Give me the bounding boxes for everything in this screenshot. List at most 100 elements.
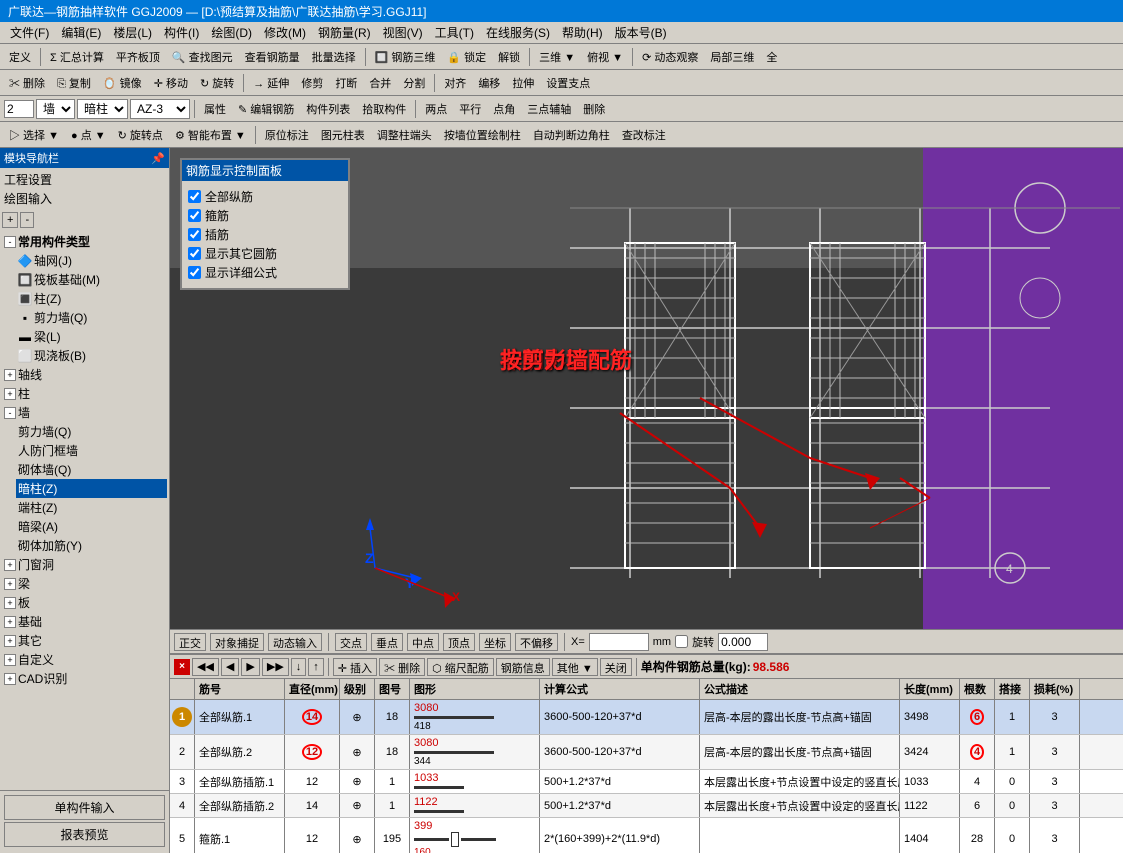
btn-nav-last[interactable]: ▶▶ [262,658,289,676]
btn-extend[interactable]: → 延伸 [248,72,294,94]
btn-smart-layout[interactable]: ⚙ 智能布置 ▼ [170,124,251,146]
checkbox-all-longitudinal[interactable]: 全部纵筋 [188,187,342,206]
btn-delete-row[interactable]: ✂ 删除 [379,658,425,676]
btn-align-plate[interactable]: 平齐板顶 [111,46,165,68]
checkbox-detail-formula[interactable]: 显示详细公式 [188,263,342,282]
status-vertex[interactable]: 顶点 [443,633,475,651]
btn-close[interactable]: 关闭 [600,658,632,676]
expand-custom[interactable]: + [4,654,16,666]
sidebar-item-axis[interactable]: 🔷 轴网(J) [16,251,167,270]
btn-two-point[interactable]: 两点 [420,98,452,120]
sidebar-item-shearwall2[interactable]: 剪力墙(Q) [16,422,167,441]
btn-find[interactable]: 🔍 查找图元 [167,46,238,68]
menu-floor[interactable]: 楼层(L) [107,22,158,43]
btn-trim[interactable]: 修剪 [296,72,328,94]
sidebar-item-slab-group[interactable]: + 板 [2,593,167,612]
btn-local-3d[interactable]: 局部三维 [705,46,759,68]
btn-move[interactable]: ✛ 移动 [149,72,193,94]
btn-top-view[interactable]: 俯视 ▼ [582,46,628,68]
menu-view[interactable]: 视图(V) [377,22,429,43]
btn-break[interactable]: 打断 [330,72,362,94]
status-no-offset[interactable]: 不偏移 [515,633,558,651]
btn-view-rebar[interactable]: 查看钢筋量 [240,46,305,68]
expand-wall[interactable]: - [4,407,16,419]
btn-report[interactable]: 报表预览 [4,822,165,847]
sidebar-item-engineering[interactable]: 工程设置 [2,170,167,189]
chk-stirrup[interactable] [188,209,201,222]
expand-slab[interactable]: + [4,597,16,609]
table-row[interactable]: 5 箍筋.1 12 ⊕ 195 399 160 [170,818,1123,853]
sidebar-item-shearwall[interactable]: ▪ 剪力墙(Q) [16,308,167,327]
chk-other-circular[interactable] [188,247,201,260]
btn-nav-down[interactable]: ↓ [291,658,307,676]
menu-element[interactable]: 构件(I) [158,22,205,43]
btn-3d[interactable]: 三维 ▼ [534,46,580,68]
btn-offset[interactable]: 编移 [473,72,505,94]
btn-copy[interactable]: ⎘ 复制 [52,72,96,94]
btn-col-table[interactable]: 图元柱表 [316,124,370,146]
btn-merge[interactable]: 合并 [364,72,396,94]
btn-point-draw[interactable]: ● 点 ▼ [66,124,111,146]
btn-element-list[interactable]: 构件列表 [301,98,355,120]
btn-add[interactable]: + [2,212,18,228]
btn-select[interactable]: ▷ 选择 ▼ [4,124,64,146]
sidebar-pin[interactable]: 📌 [151,152,165,165]
btn-three-point[interactable]: 三点辅轴 [522,98,576,120]
status-rotate-value[interactable] [718,633,768,651]
btn-nav-prev[interactable]: ◀ [221,658,239,676]
btn-adjust-col-end[interactable]: 调整柱端头 [372,124,437,146]
expand-col[interactable]: + [4,388,16,400]
menu-edit[interactable]: 编辑(E) [55,22,107,43]
sidebar-item-col-group[interactable]: + 柱 [2,384,167,403]
status-x-value[interactable] [589,633,649,651]
expand-beam[interactable]: + [4,578,16,590]
btn-insert-row[interactable]: ✛ 插入 [333,658,377,676]
chk-insert[interactable] [188,228,201,241]
floor-type-select[interactable]: 墙 [36,99,75,119]
btn-nav-up[interactable]: ↑ [308,658,324,676]
sidebar-item-masonrywall[interactable]: 砌体墙(Q) [16,460,167,479]
btn-pick-element[interactable]: 拾取构件 [357,98,411,120]
btn-full[interactable]: 全 [761,46,782,68]
status-orthogonal[interactable]: 正交 [174,633,206,651]
expand-cad[interactable]: + [4,673,16,685]
floor-num-input[interactable] [4,100,34,118]
btn-check-mark[interactable]: 查改标注 [617,124,671,146]
table-row[interactable]: 2 全部纵筋.2 12 ⊕ 18 3080 344 3600-500-120+3… [170,735,1123,770]
cad-viewport[interactable]: 4 钢筋显示控制面板 全部纵筋 箍筋 [170,148,1123,629]
expand-common[interactable]: - [4,236,16,248]
btn-define[interactable]: 定义 [4,46,36,68]
btn-auto-corner[interactable]: 自动判断边角柱 [528,124,615,146]
chk-detail-formula[interactable] [188,266,201,279]
checkbox-stirrup[interactable]: 箍筋 [188,206,342,225]
sidebar-item-door[interactable]: + 门窗洞 [2,555,167,574]
btn-batch-select[interactable]: 批量选择 [307,46,361,68]
status-perpendicular[interactable]: 垂点 [371,633,403,651]
chk-all-longitudinal[interactable] [188,190,201,203]
table-row[interactable]: 3 全部纵筋插筋.1 12 ⊕ 1 1033 500+1.2*37*d 本层露出… [170,770,1123,794]
sidebar-item-axis-group[interactable]: + 轴线 [2,365,167,384]
checkbox-insert[interactable]: 插筋 [188,225,342,244]
sidebar-item-hidden-col[interactable]: 暗柱(Z) [16,479,167,498]
menu-online[interactable]: 在线服务(S) [480,22,556,43]
menu-rebar[interactable]: 钢筋量(R) [312,22,377,43]
btn-unlock[interactable]: 解锁 [493,46,525,68]
btn-remove[interactable]: - [20,212,34,228]
bottom-close-btn[interactable]: × [174,659,190,675]
btn-nav-next[interactable]: ▶ [241,658,259,676]
sidebar-item-raft[interactable]: 🔲 筏板基础(M) [16,270,167,289]
sidebar-item-slab[interactable]: ⬜ 现浇板(B) [16,346,167,365]
btn-delete[interactable]: ✂ 删除 [4,72,50,94]
btn-edit-rebar[interactable]: ✎ 编辑钢筋 [233,98,299,120]
btn-align[interactable]: 对齐 [439,72,471,94]
sidebar-item-other[interactable]: + 其它 [2,631,167,650]
status-snap[interactable]: 对象捕捉 [210,633,264,651]
btn-nav-first[interactable]: ◀◀ [192,658,219,676]
btn-rotate-point[interactable]: ↻ 旋转点 [113,124,168,146]
btn-dynamic-view[interactable]: ⟳ 动态观察 [637,46,703,68]
menu-tools[interactable]: 工具(T) [429,22,480,43]
btn-set-pivot[interactable]: 设置支点 [541,72,595,94]
btn-parallel[interactable]: 平行 [454,98,486,120]
expand-door[interactable]: + [4,559,16,571]
menu-version[interactable]: 版本号(B) [609,22,673,43]
